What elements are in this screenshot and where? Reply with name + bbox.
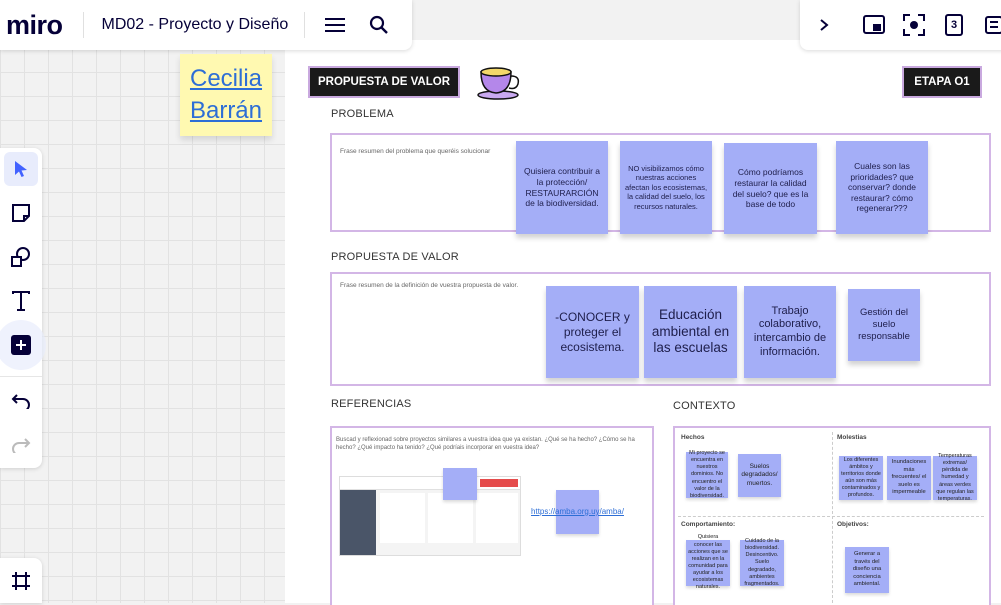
frames-count: 3 xyxy=(950,19,958,31)
left-toolbar xyxy=(0,148,46,468)
present-icon[interactable] xyxy=(858,9,890,41)
hechos-note[interactable]: Mi proyecto se encuentra en nuestros dom… xyxy=(686,450,728,499)
hechos-note[interactable]: Suelos degradados/ muertos. xyxy=(738,454,781,497)
name-link[interactable]: Barrán xyxy=(190,95,262,127)
tea-cup-icon[interactable] xyxy=(476,64,522,100)
referencias-hint: Buscad y reflexionad sobre proyectos sim… xyxy=(336,437,635,452)
propuesta-label: PROPUESTA DE VALOR xyxy=(331,251,459,263)
text-tool-icon[interactable] xyxy=(4,284,38,318)
sticky-note-tool-icon[interactable] xyxy=(4,196,38,230)
problema-note[interactable]: Cómo podríamos restaurar la calidad del … xyxy=(724,143,817,234)
propuesta-note[interactable]: Trabajo colaborativo, intercambio de inf… xyxy=(744,286,836,378)
propuesta-note[interactable]: Educación ambiental en las escuelas xyxy=(644,286,737,378)
notes-panel-icon[interactable] xyxy=(978,9,1001,41)
amba-link-note[interactable]: https://amba.org.uy/amba/ xyxy=(531,490,624,534)
miro-logo[interactable]: miro xyxy=(6,10,63,41)
etapa-tag[interactable]: ETAPA O1 xyxy=(902,66,982,98)
problema-hint: Frase resumen del problema que queréis s… xyxy=(340,148,491,155)
redo-icon[interactable] xyxy=(4,428,38,462)
problema-note[interactable]: Quisiera contribuir a la protección/ RES… xyxy=(516,141,608,234)
add-tool-icon[interactable] xyxy=(0,320,46,370)
name-sticky-note[interactable]: Cecilia Barrán xyxy=(180,54,272,136)
toolbar-divider xyxy=(82,12,84,38)
reference-screenshot[interactable] xyxy=(339,476,521,556)
toolbar-divider xyxy=(0,376,42,377)
menu-icon[interactable] xyxy=(319,9,351,41)
shapes-tool-icon[interactable] xyxy=(4,240,38,274)
problema-label: PROBLEMA xyxy=(331,108,394,120)
propuesta-de-valor-tag[interactable]: PROPUESTA DE VALOR xyxy=(308,66,460,98)
search-icon[interactable] xyxy=(363,9,395,41)
name-link[interactable]: Cecilia xyxy=(190,63,262,95)
select-tool-icon[interactable] xyxy=(4,152,38,186)
reference-link-note[interactable] xyxy=(443,468,477,500)
comportamiento-note[interactable]: Quisiera conocer las acciones que se rea… xyxy=(686,534,730,590)
top-toolbar: miro MD02 - Proyecto y Diseño xyxy=(0,0,412,50)
molestias-note[interactable]: Inundaciones más frecuentes/ el suelo es… xyxy=(887,456,931,500)
frames-icon[interactable] xyxy=(5,565,37,597)
contexto-label: CONTEXTO xyxy=(673,400,736,412)
molestias-note[interactable]: Los diferentes ámbitos y territorios don… xyxy=(839,456,883,500)
comportamiento-title: Comportamiento: xyxy=(681,521,736,528)
hechos-title: Hechos xyxy=(681,434,705,441)
chevron-right-icon[interactable] xyxy=(808,9,840,41)
right-toolbar: 3 xyxy=(800,0,1001,50)
contexto-divider xyxy=(678,516,984,518)
propuesta-note[interactable]: Gestión del suelo responsable xyxy=(848,289,920,361)
frames-panel xyxy=(0,558,42,603)
problema-note[interactable]: NO visibilizamos cómo nuestras acciones … xyxy=(620,141,712,234)
molestias-note[interactable]: Temperaturas extremas/ pérdida de humeda… xyxy=(933,453,977,502)
propuesta-note[interactable]: -CONOCER y proteger el ecosistema. xyxy=(546,286,639,378)
comportamiento-note[interactable]: Cuidado de la biodiversidad. Desincentiv… xyxy=(740,538,784,587)
focus-icon[interactable] xyxy=(898,9,930,41)
frames-count-icon[interactable]: 3 xyxy=(938,9,970,41)
propuesta-hint: Frase resumen de la definición de vuestr… xyxy=(340,282,519,289)
objetivos-note[interactable]: Generar a través del diseño una concienc… xyxy=(845,547,889,593)
undo-icon[interactable] xyxy=(4,384,38,418)
problema-note[interactable]: Cuales son las prioridades? que conserva… xyxy=(836,141,928,234)
board-title[interactable]: MD02 - Proyecto y Diseño xyxy=(102,16,289,34)
molestias-title: Molestias xyxy=(837,434,867,441)
objetivos-title: Objetivos: xyxy=(837,521,869,528)
referencias-label: REFERENCIAS xyxy=(331,398,412,410)
toolbar-divider xyxy=(304,12,306,38)
